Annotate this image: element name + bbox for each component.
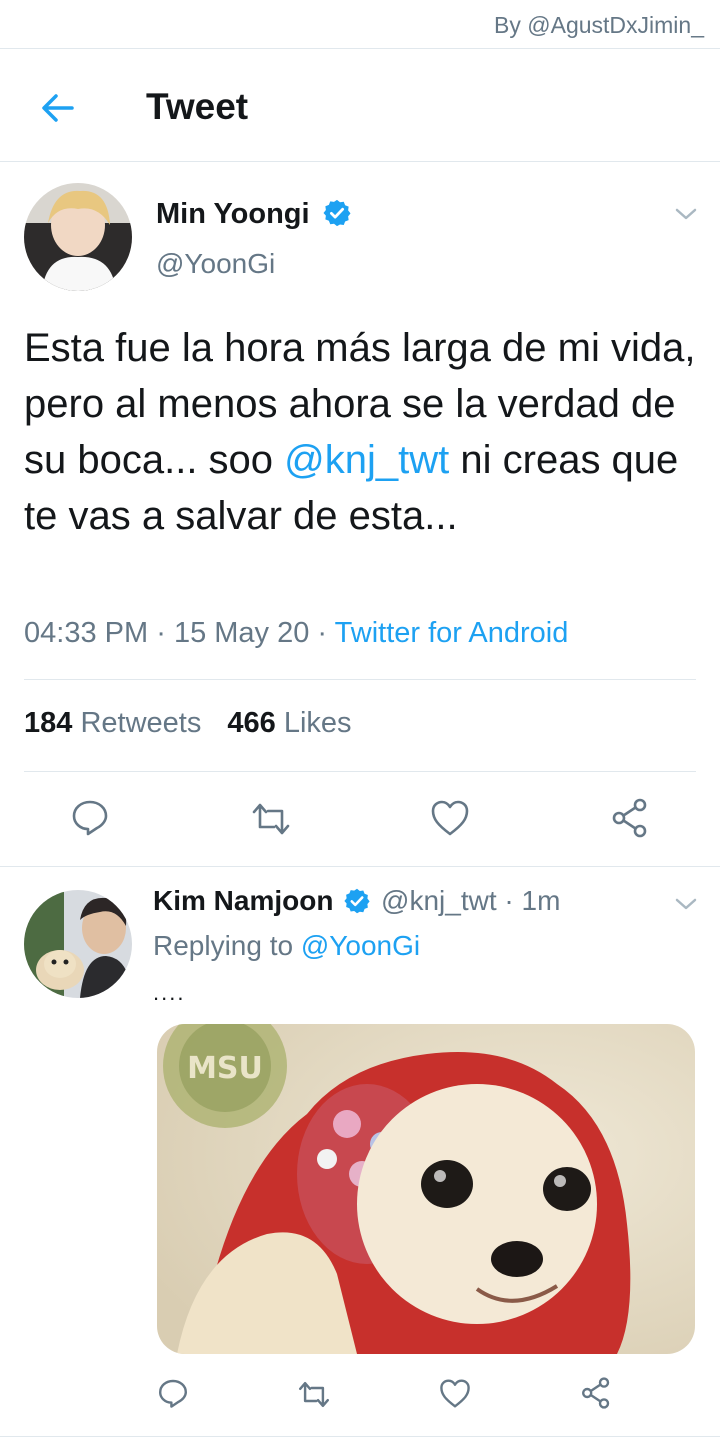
author-handle[interactable]: @YoonGi	[156, 248, 275, 280]
author-name[interactable]: Min Yoongi	[156, 198, 310, 230]
divider	[0, 1436, 720, 1437]
separator: ·	[317, 617, 328, 649]
retweet-button[interactable]	[297, 1379, 331, 1410]
like-button[interactable]	[439, 1378, 471, 1409]
replying-prefix: Replying to	[153, 930, 294, 961]
retweet-icon	[299, 1381, 329, 1408]
reply-icon	[72, 800, 108, 836]
reply-icon	[159, 1379, 187, 1408]
retweet-icon	[252, 803, 290, 835]
like-button[interactable]	[430, 799, 470, 837]
chevron-down-icon	[675, 898, 697, 910]
credit-text: By @AgustDxJimin_	[494, 12, 704, 38]
divider	[24, 771, 696, 772]
heart-icon	[440, 1379, 470, 1408]
likes-label: Likes	[283, 707, 352, 739]
divider	[0, 866, 720, 867]
share-icon	[612, 798, 647, 838]
verified-badge-icon	[323, 199, 351, 227]
share-icon	[582, 1377, 610, 1409]
heart-icon	[431, 800, 469, 836]
divider	[0, 48, 720, 49]
reply-more-options-button[interactable]	[672, 890, 700, 923]
more-options-button[interactable]	[672, 200, 700, 233]
reply-button[interactable]	[157, 1377, 189, 1409]
separator: ·	[156, 617, 166, 649]
replying-to-link[interactable]: @YoonGi	[301, 930, 420, 961]
reply-author-line: Kim Namjoon @knj_twt · 1m	[153, 885, 560, 917]
tweet-media-image[interactable]: MSU	[157, 1024, 695, 1354]
replying-to: Replying to @YoonGi	[153, 930, 420, 962]
separator: ·	[504, 885, 514, 916]
mention-link[interactable]: @knj_twt	[284, 438, 449, 482]
reply-button[interactable]	[70, 797, 110, 837]
author-line: Min Yoongi	[156, 198, 352, 231]
tweet-time: 04:33 PM	[24, 617, 149, 649]
reply-author-handle[interactable]: @knj_twt	[381, 885, 497, 916]
retweets-count: 184	[24, 707, 73, 739]
tweet-stats: 184 Retweets 466 Likes	[24, 707, 352, 740]
divider	[0, 161, 720, 162]
retweet-button[interactable]	[250, 800, 292, 838]
likes-stat[interactable]: 466 Likes	[227, 707, 351, 739]
reply-age: 1m	[521, 885, 561, 916]
tweet-text: Esta fue la hora más larga de mi vida, p…	[24, 320, 704, 544]
tweet-meta: 04:33 PM · 15 May 20 · Twitter for Andro…	[24, 617, 568, 650]
reply-text: ....	[153, 980, 186, 1005]
verified-badge-icon	[344, 888, 370, 914]
reply-author-name[interactable]: Kim Namjoon	[153, 885, 333, 916]
arrow-left-icon	[42, 94, 74, 122]
page-title: Tweet	[146, 86, 249, 127]
retweets-stat[interactable]: 184 Retweets	[24, 707, 201, 739]
tweet-date: 15 May 20	[173, 617, 310, 649]
tweet-source-link[interactable]: Twitter for Android	[335, 617, 569, 649]
avatar[interactable]	[24, 890, 132, 998]
divider	[24, 679, 696, 680]
retweets-label: Retweets	[80, 707, 202, 739]
avatar[interactable]	[24, 183, 132, 291]
share-button[interactable]	[610, 797, 650, 839]
back-button[interactable]	[36, 86, 80, 130]
chevron-down-icon	[675, 208, 697, 220]
share-button[interactable]	[580, 1376, 612, 1410]
media-watermark: MSU	[187, 1051, 263, 1086]
likes-count: 466	[227, 707, 276, 739]
